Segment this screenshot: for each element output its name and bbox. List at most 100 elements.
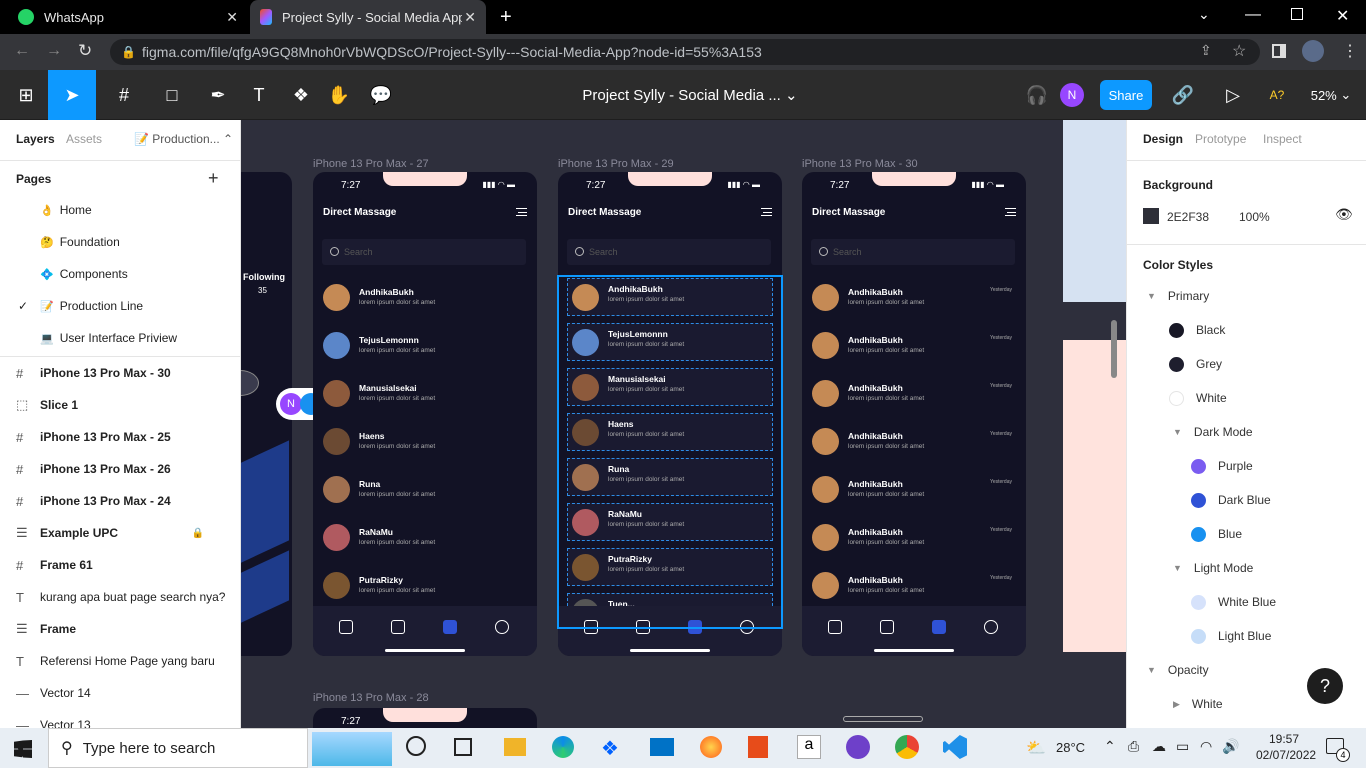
layer-item[interactable]: ☰ Frame xyxy=(0,613,240,645)
basket-icon[interactable] xyxy=(391,620,405,634)
restore-icon[interactable] xyxy=(1291,8,1303,20)
page-item[interactable]: 💠 Components xyxy=(0,258,240,290)
wifi-icon[interactable]: ◠ xyxy=(1200,738,1212,755)
reload-icon[interactable]: ↻ xyxy=(78,41,92,61)
profile-avatar[interactable] xyxy=(1302,40,1324,62)
style-purple[interactable]: Purple xyxy=(1127,449,1366,483)
tab-layers[interactable]: Layers xyxy=(16,132,55,146)
style-group-dark-mode[interactable]: ▼ Dark Mode xyxy=(1127,415,1366,449)
text-tool-icon[interactable]: T xyxy=(244,70,274,120)
style-blue[interactable]: Blue xyxy=(1127,517,1366,551)
chat-search-input[interactable]: Search xyxy=(322,239,526,265)
tab-figma[interactable]: Project Sylly - Social Media App - ✕ xyxy=(250,0,486,34)
style-dark-blue[interactable]: Dark Blue xyxy=(1127,483,1366,517)
chat-item[interactable]: AndhikaBukh lorem ipsum dolor sit amet Yes… xyxy=(812,378,1012,410)
page-selector[interactable]: 📝 Production... ⌃ xyxy=(134,132,233,146)
chat-item[interactable]: RaNaMu lorem ipsum dolor sit amet xyxy=(323,522,523,554)
frame-27[interactable]: 7:27 ▮▮▮ ◠ ▬ Direct Massage Search AndhikaBu… xyxy=(313,172,537,656)
components-tool-icon[interactable]: ❖ xyxy=(286,70,316,120)
menu-icon[interactable] xyxy=(516,208,527,216)
rectangle-tool-icon[interactable]: □ xyxy=(152,70,192,120)
frame-label[interactable]: iPhone 13 Pro Max - 27 xyxy=(313,158,429,170)
layer-item[interactable]: ⬚ Slice 1 xyxy=(0,389,240,421)
comment-tool-icon[interactable]: 💬 xyxy=(366,70,396,120)
layer-item[interactable]: T Referensi Home Page yang baru xyxy=(0,645,240,677)
zoom-menu[interactable]: 52% ⌄ xyxy=(1306,70,1356,120)
frame-label[interactable]: iPhone 13 Pro Max - 29 xyxy=(558,158,674,170)
frame-tool-icon[interactable]: # xyxy=(104,70,144,120)
link-icon[interactable]: 🔗 xyxy=(1168,70,1198,120)
tab-assets[interactable]: Assets xyxy=(66,132,102,146)
url-input[interactable]: 🔒 figma.com/file/qfgA9GQ8Mnoh0rVbWQDScO/… xyxy=(110,39,1260,65)
chat-item[interactable]: PutraRizky lorem ipsum dolor sit amet xyxy=(323,570,523,602)
office-icon[interactable] xyxy=(748,736,768,758)
tab-prototype[interactable]: Prototype xyxy=(1195,132,1246,146)
taskbar-search[interactable]: ⚲ Type here to search xyxy=(48,728,308,768)
tab-search-icon[interactable]: ⌄ xyxy=(1198,6,1210,23)
home-icon[interactable] xyxy=(828,620,842,634)
chat-icon[interactable] xyxy=(443,620,457,634)
style-group-light-mode[interactable]: ▼ Light Mode xyxy=(1127,551,1366,585)
layer-item[interactable]: # Frame 61 xyxy=(0,549,240,581)
sidebar-icon[interactable] xyxy=(1272,44,1286,58)
layer-item[interactable]: — Vector 14 xyxy=(0,677,240,709)
chat-item[interactable]: AndhikaBukh lorem ipsum dolor sit amet Yes… xyxy=(812,330,1012,362)
forward-icon[interactable]: → xyxy=(46,42,62,60)
dropbox-icon[interactable]: ❖ xyxy=(601,736,619,761)
windows-start-icon[interactable] xyxy=(14,740,32,758)
chat-item[interactable]: TejusLemonnn lorem ipsum dolor sit amet xyxy=(323,330,523,362)
chat-item[interactable]: AndhikaBukh lorem ipsum dolor sit amet Yes… xyxy=(812,570,1012,602)
style-white-blue[interactable]: White Blue xyxy=(1127,585,1366,619)
menu-icon[interactable] xyxy=(1005,208,1016,216)
frame-30[interactable]: 7:27 ▮▮▮ ◠ ▬ Direct Massage Search AndhikaBu… xyxy=(802,172,1026,656)
design-canvas[interactable]: Following 35 N iPhone 13 Pro Max - 27 iP… xyxy=(241,120,1126,728)
close-tab-icon[interactable]: ✕ xyxy=(464,9,476,26)
chrome-icon[interactable] xyxy=(895,735,919,759)
edge-icon[interactable] xyxy=(552,736,574,758)
pen-tool-icon[interactable]: ✒ xyxy=(198,70,238,120)
chat-item[interactable]: Haens lorem ipsum dolor sit amet xyxy=(323,426,523,458)
eye-icon[interactable]: 👁 xyxy=(1335,206,1353,223)
style-group-primary[interactable]: ▼ Primary xyxy=(1127,279,1366,313)
lock-icon[interactable]: 🔒 xyxy=(192,528,204,539)
file-explorer-icon[interactable] xyxy=(504,738,526,756)
layer-item[interactable]: Tkurang apa buat page search nya? xyxy=(0,581,240,613)
chat-item[interactable]: AndhikaBukh lorem ipsum dolor sit amet xyxy=(323,282,523,314)
chat-item[interactable]: Manusialsekai lorem ipsum dolor sit amet xyxy=(323,378,523,410)
layer-item[interactable]: # iPhone 13 Pro Max - 24 xyxy=(0,485,240,517)
add-page-icon[interactable]: + xyxy=(208,168,219,189)
temperature[interactable]: 28°C xyxy=(1056,740,1085,755)
close-tab-icon[interactable]: ✕ xyxy=(226,9,238,26)
tab-whatsapp[interactable]: WhatsApp ✕ xyxy=(8,0,248,34)
mail-icon[interactable] xyxy=(650,738,674,756)
weather-icon[interactable]: ⛅ xyxy=(1026,738,1046,758)
layer-item[interactable]: # iPhone 13 Pro Max - 30 xyxy=(0,357,240,389)
vscode-icon[interactable] xyxy=(943,735,967,759)
main-menu-icon[interactable]: ⊞ xyxy=(8,70,44,120)
tab-inspect[interactable]: Inspect xyxy=(1263,132,1302,146)
file-title[interactable]: Project Sylly - Social Media ... ⌄ xyxy=(560,70,820,120)
chat-item[interactable]: AndhikaBukh lorem ipsum dolor sit amet Yes… xyxy=(812,522,1012,554)
volume-icon[interactable]: 🔊 xyxy=(1222,738,1239,755)
onedrive-icon[interactable]: ☁ xyxy=(1152,738,1166,755)
chat-search-input[interactable]: Search xyxy=(567,239,771,265)
user-avatar[interactable]: N xyxy=(1060,83,1084,107)
style-grey[interactable]: Grey xyxy=(1127,347,1366,381)
new-tab-icon[interactable]: + xyxy=(500,6,512,29)
tray-app-icon[interactable]: ⎙ xyxy=(1128,738,1139,755)
frame-28[interactable]: 7:27 xyxy=(313,708,537,728)
share-button[interactable]: Share xyxy=(1100,80,1152,110)
home-icon[interactable] xyxy=(339,620,353,634)
browser-menu-icon[interactable]: ⋮ xyxy=(1342,41,1358,61)
close-window-icon[interactable]: ✕ xyxy=(1336,6,1349,26)
background-swatch[interactable] xyxy=(1143,208,1159,224)
chat-item[interactable]: AndhikaBukh lorem ipsum dolor sit amet Yes… xyxy=(812,426,1012,458)
github-desktop-icon[interactable] xyxy=(846,735,870,759)
style-black[interactable]: Black xyxy=(1127,313,1366,347)
amazon-icon[interactable]: a xyxy=(797,735,821,759)
style-white[interactable]: White xyxy=(1127,381,1366,415)
bookmark-star-icon[interactable]: ☆ xyxy=(1232,41,1246,61)
clock[interactable]: 19:57 02/07/2022 xyxy=(1256,732,1316,762)
cortana-icon[interactable] xyxy=(406,736,426,756)
layer-item[interactable]: ☰ Example UPC 🔒 xyxy=(0,517,240,549)
